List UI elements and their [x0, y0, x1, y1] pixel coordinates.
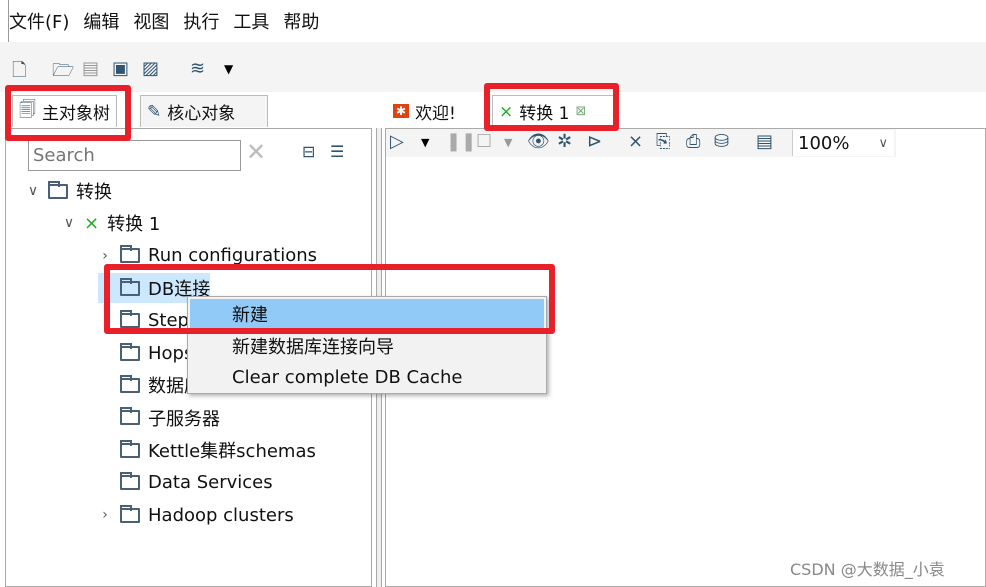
explore-db-icon[interactable]: ⛁	[714, 131, 729, 152]
tree-item[interactable]: 子服务器	[98, 403, 220, 433]
chevron-down-icon: ∨	[878, 135, 888, 151]
grid-icon[interactable]: ▤	[756, 131, 773, 152]
explore-icon[interactable]: ▤	[82, 58, 99, 79]
tab-core-objects[interactable]: ✎ 核心对象	[140, 95, 268, 127]
run-options-chevron-icon[interactable]: ▼	[421, 136, 429, 149]
stop-options-chevron-icon[interactable]: ▼	[504, 136, 512, 149]
annotation-box	[5, 85, 131, 141]
chevron-down-icon[interactable]: ∨	[26, 183, 40, 199]
menu-help[interactable]: 帮助	[283, 8, 319, 34]
open-folder-icon[interactable]: 🗁	[52, 58, 74, 88]
chevron-right-icon[interactable]: ›	[98, 248, 112, 264]
save-as-icon[interactable]: ▨	[142, 58, 159, 79]
layers-icon[interactable]: ≋	[190, 58, 205, 79]
menu-item-clear-db-cache[interactable]: Clear complete DB Cache	[190, 362, 544, 392]
chevron-down-icon[interactable]: ▼	[224, 62, 233, 76]
folder-icon	[48, 180, 68, 199]
menu-tools[interactable]: 工具	[233, 8, 269, 34]
menu-edit[interactable]: 编辑	[83, 8, 119, 34]
folder-icon	[120, 342, 140, 361]
folder-icon	[120, 245, 140, 264]
transformation-icon: ⨯	[84, 212, 100, 234]
tree-item[interactable]: Kettle集群schemas	[98, 435, 316, 465]
annotation-box	[104, 264, 555, 334]
folder-icon	[120, 407, 140, 426]
impact-icon[interactable]: ⎘	[656, 131, 670, 152]
tree-item[interactable]: ∨ ⨯ 转换 1	[62, 208, 160, 238]
tree-item[interactable]: › Hadoop clusters	[98, 500, 294, 530]
search-input[interactable]	[28, 140, 241, 171]
folder-icon	[120, 374, 140, 393]
menu-run[interactable]: 执行	[183, 8, 219, 34]
preview-eye-icon[interactable]: 👁	[527, 131, 550, 152]
zoom-select[interactable]: 100% ∨	[792, 130, 894, 156]
watermark: CSDN @大数据_小袁	[790, 560, 945, 579]
pencil-icon: ✎	[147, 101, 162, 122]
menu-view[interactable]: 视图	[133, 8, 169, 34]
menu-item-new-db-wizard[interactable]: 新建数据库连接向导	[190, 331, 544, 361]
clear-search-icon[interactable]: ✕	[246, 138, 266, 166]
welcome-icon: ✱	[393, 104, 410, 118]
folder-icon	[120, 472, 140, 491]
stop-icon[interactable]: ☐	[476, 131, 492, 152]
verify-icon[interactable]: ⨯	[628, 131, 643, 152]
menu-file[interactable]: 文件(F)	[9, 8, 69, 34]
collapse-tree-icon[interactable]: ⊟	[302, 142, 315, 161]
annotation-box	[484, 83, 619, 131]
tree-item[interactable]: ∨ 转换	[26, 176, 112, 206]
pause-icon[interactable]: ❚❚	[446, 131, 476, 152]
replay-icon[interactable]: ⊳	[587, 131, 602, 152]
menubar: 文件(F) 编辑 视图 执行 工具 帮助	[8, 0, 986, 42]
tree-item[interactable]: Data Services	[98, 468, 273, 498]
debug-bug-icon[interactable]: ✲	[557, 131, 572, 152]
sql-icon[interactable]: ⎙	[686, 131, 700, 152]
chevron-down-icon[interactable]: ∨	[62, 215, 76, 231]
save-icon[interactable]: ▣	[112, 58, 129, 79]
folder-icon	[120, 439, 140, 458]
expand-list-icon[interactable]: ☰	[330, 142, 344, 161]
tree-item[interactable]: Hops	[98, 338, 193, 368]
folder-icon	[120, 504, 140, 523]
new-file-icon[interactable]: 🗋	[12, 58, 26, 88]
run-icon[interactable]: ▷	[390, 131, 404, 152]
chevron-right-icon[interactable]: ›	[98, 507, 112, 523]
tab-welcome[interactable]: ✱ 欢迎!	[387, 95, 462, 127]
